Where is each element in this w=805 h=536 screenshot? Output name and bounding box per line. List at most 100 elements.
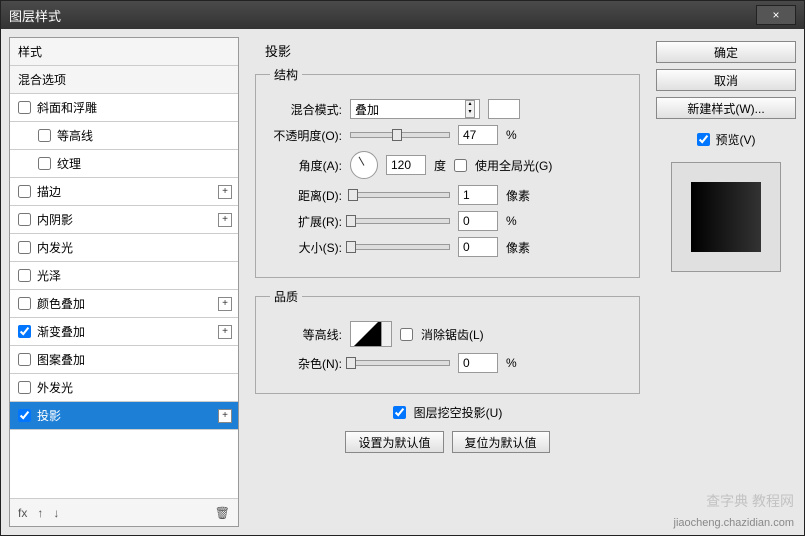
opacity-label: 不透明度(O): [270,127,342,144]
chevron-updown-icon: ▴▾ [465,100,475,118]
blending-options-header[interactable]: 混合选项 [10,66,238,94]
fx-icon[interactable]: fx [18,506,27,520]
set-default-button[interactable]: 设置为默认值 [345,431,443,453]
cancel-button[interactable]: 取消 [656,69,796,91]
size-input[interactable] [458,237,498,257]
blend-mode-row: 混合模式: 叠加 ▴▾ [270,99,625,119]
close-button[interactable]: × [756,5,796,25]
antialias-label: 消除锯齿(L) [421,326,484,343]
structure-fieldset: 结构 混合模式: 叠加 ▴▾ 不透明度(O): % [255,66,640,278]
preview-swatch [691,182,761,252]
dialog-body: 样式 混合选项 斜面和浮雕等高线纹理描边+内阴影+内发光光泽颜色叠加+渐变叠加+… [1,29,804,535]
quality-legend: 品质 [270,288,302,305]
angle-label: 角度(A): [270,157,342,174]
style-label: 描边 [37,183,61,200]
style-item[interactable]: 等高线 [10,122,238,150]
plus-icon[interactable]: + [218,297,232,311]
spread-slider[interactable] [350,218,450,224]
opacity-slider[interactable] [350,132,450,138]
style-item[interactable]: 纹理 [10,150,238,178]
style-checkbox[interactable] [18,381,31,394]
titlebar[interactable]: 图层样式 × [1,1,804,29]
opacity-input[interactable] [458,125,498,145]
style-item[interactable]: 内阴影+ [10,206,238,234]
style-item[interactable]: 描边 + [10,178,238,206]
noise-label: 杂色(N): [270,355,342,372]
distance-slider[interactable] [350,192,450,198]
size-label: 大小(S): [270,239,342,256]
noise-input[interactable] [458,353,498,373]
style-checkbox[interactable] [18,353,31,366]
watermark-url: jiaocheng.chazidian.com [674,517,794,529]
styles-footer: fx ↑ ↓ 🗑 [10,498,238,526]
style-label: 等高线 [57,127,93,144]
new-style-button[interactable]: 新建样式(W)... [656,97,796,119]
action-panel: 确定 取消 新建样式(W)... 预览(V) [656,37,796,527]
style-checkbox[interactable] [18,269,31,282]
style-label: 渐变叠加 [37,323,85,340]
distance-input[interactable] [458,185,498,205]
shadow-color-swatch[interactable] [488,99,520,119]
ok-button[interactable]: 确定 [656,41,796,63]
style-item[interactable]: 内发光 [10,234,238,262]
style-checkbox[interactable] [38,157,51,170]
spread-input[interactable] [458,211,498,231]
knockout-row: 图层挖空投影(U) [255,404,640,421]
contour-dropdown-icon[interactable] [382,321,392,347]
style-label: 光泽 [37,267,61,284]
style-checkbox[interactable] [18,185,31,198]
size-row: 大小(S): 像素 [270,237,625,257]
reset-default-button[interactable]: 复位为默认值 [452,431,550,453]
style-checkbox[interactable] [18,297,31,310]
quality-fieldset: 品质 等高线: 消除锯齿(L) 杂色(N): % [255,288,640,394]
spread-unit: % [506,214,517,228]
angle-row: 角度(A): 度 使用全局光(G) [270,151,625,179]
distance-label: 距离(D): [270,187,342,204]
layer-style-dialog: 图层样式 × 样式 混合选项 斜面和浮雕等高线纹理描边+内阴影+内发光光泽颜色叠… [0,0,805,536]
plus-icon[interactable]: + [218,409,232,423]
size-slider[interactable] [350,244,450,250]
antialias-checkbox[interactable] [400,328,413,341]
style-label: 纹理 [57,155,81,172]
style-checkbox[interactable] [18,241,31,254]
arrow-up-icon[interactable]: ↑ [37,506,43,520]
global-light-checkbox[interactable] [454,159,467,172]
angle-dial[interactable] [350,151,378,179]
arrow-down-icon[interactable]: ↓ [53,506,59,520]
opacity-unit: % [506,128,517,142]
preview-box [671,162,781,272]
style-checkbox[interactable] [18,409,31,422]
style-item[interactable]: 斜面和浮雕 [10,94,238,122]
style-checkbox[interactable] [18,101,31,114]
style-label: 投影 [37,407,61,424]
styles-header[interactable]: 样式 [10,38,238,66]
style-label: 斜面和浮雕 [37,99,97,116]
style-item[interactable]: 外发光 [10,374,238,402]
plus-icon[interactable]: + [218,325,232,339]
style-checkbox[interactable] [38,129,51,142]
trash-icon[interactable]: 🗑 [215,506,230,520]
style-item[interactable]: 投影 + [10,402,238,430]
style-item[interactable]: 渐变叠加 + [10,318,238,346]
knockout-checkbox[interactable] [393,406,406,419]
style-item[interactable]: 光泽 [10,262,238,290]
noise-slider[interactable] [350,360,450,366]
defaults-row: 设置为默认值 复位为默认值 [255,431,640,453]
style-label: 外发光 [37,379,73,396]
style-label: 颜色叠加 [37,295,85,312]
blend-mode-select[interactable]: 叠加 ▴▾ [350,99,480,119]
style-checkbox[interactable] [18,325,31,338]
plus-icon[interactable]: + [218,185,232,199]
opacity-row: 不透明度(O): % [270,125,625,145]
style-item[interactable]: 图案叠加 [10,346,238,374]
distance-row: 距离(D): 像素 [270,185,625,205]
style-checkbox[interactable] [18,213,31,226]
noise-row: 杂色(N): % [270,353,625,373]
plus-icon[interactable]: + [218,213,232,227]
angle-input[interactable] [386,155,426,175]
contour-row: 等高线: 消除锯齿(L) [270,321,625,347]
style-item[interactable]: 颜色叠加 + [10,290,238,318]
preview-checkbox[interactable] [697,133,710,146]
section-title: 投影 [255,41,640,60]
contour-picker[interactable] [350,321,382,347]
